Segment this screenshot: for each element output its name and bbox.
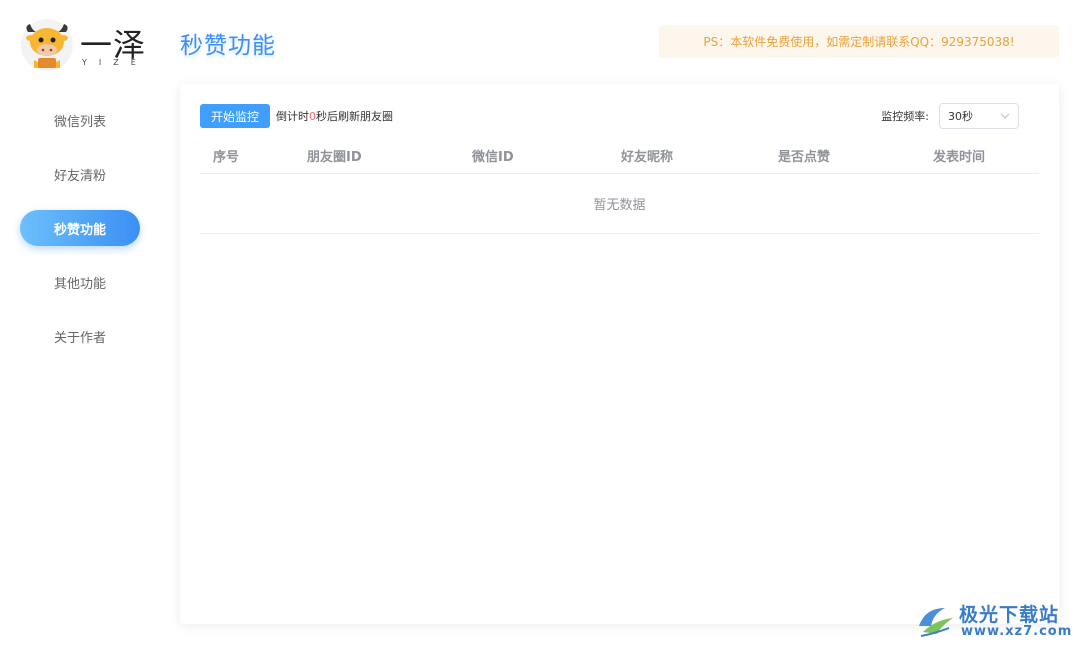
frequency-label: 监控频率: xyxy=(881,110,929,123)
site-watermark: 极光下载站 www.xz7.com xyxy=(915,598,1073,644)
sidebar-item-other-features[interactable]: 其他功能 xyxy=(20,264,140,300)
sidebar-nav: 微信列表 好友清粉 秒赞功能 其他功能 关于作者 xyxy=(20,102,140,372)
sidebar-item-label: 秒赞功能 xyxy=(53,222,106,238)
notice-text: PS：本软件免费使用，如需定制请联系QQ：929375038! xyxy=(703,35,1015,49)
sidebar-item-instant-like[interactable]: 秒赞功能 xyxy=(20,210,140,246)
sidebar-item-wechat-list[interactable]: 微信列表 xyxy=(20,102,140,138)
column-header-post-time: 发表时间 xyxy=(933,150,986,165)
countdown-text: 倒计时0秒后刷新朋友圈 xyxy=(276,108,393,124)
column-header-liked: 是否点赞 xyxy=(778,150,831,165)
sidebar-item-about-author[interactable]: 关于作者 xyxy=(20,318,140,354)
table-header: 序号 朋友圈ID 微信ID 好友昵称 是否点赞 发表时间 xyxy=(200,138,1039,174)
page-title: 秒赞功能 xyxy=(180,33,276,59)
sidebar-item-label: 关于作者 xyxy=(53,330,106,346)
app-logo: 一泽 YIZE xyxy=(20,18,150,74)
countdown-prefix: 倒计时 xyxy=(276,110,310,123)
cow-mascot-icon xyxy=(21,19,73,71)
table-empty-state: 暂无数据 xyxy=(200,174,1039,234)
logo-subtitle: YIZE xyxy=(82,58,148,67)
column-header-index: 序号 xyxy=(213,150,240,165)
sidebar-item-label: 好友清粉 xyxy=(53,168,106,184)
moments-table: 序号 朋友圈ID 微信ID 好友昵称 是否点赞 发表时间 暂无数据 xyxy=(200,138,1039,234)
aurora-logo-icon xyxy=(919,608,953,637)
sidebar-item-label: 其他功能 xyxy=(53,276,106,292)
frequency-selected-value: 30秒 xyxy=(948,110,973,123)
column-header-moment-id: 朋友圈ID xyxy=(307,150,362,165)
monitor-frequency: 监控频率: 30秒 xyxy=(881,103,1019,129)
main-card: 开始监控 倒计时0秒后刷新朋友圈 监控频率: 30秒 序号 朋友圈ID 微信ID… xyxy=(180,84,1059,624)
sidebar-item-label: 微信列表 xyxy=(53,114,106,130)
watermark-url: www.xz7.com xyxy=(961,624,1073,639)
column-header-nickname: 好友昵称 xyxy=(621,150,674,165)
frequency-select[interactable]: 30秒 xyxy=(939,103,1019,129)
chevron-down-icon xyxy=(1000,113,1010,119)
notice-banner: PS：本软件免费使用，如需定制请联系QQ：929375038! xyxy=(659,25,1059,58)
column-header-wechat-id: 微信ID xyxy=(472,150,514,165)
countdown-value: 0 xyxy=(309,110,317,123)
countdown-suffix: 秒后刷新朋友圈 xyxy=(316,110,394,123)
watermark-title: 极光下载站 xyxy=(959,604,1060,626)
sidebar-item-friend-cleanup[interactable]: 好友清粉 xyxy=(20,156,140,192)
toolbar: 开始监控 倒计时0秒后刷新朋友圈 监控频率: 30秒 xyxy=(200,103,1039,129)
start-monitor-button[interactable]: 开始监控 xyxy=(200,104,271,128)
